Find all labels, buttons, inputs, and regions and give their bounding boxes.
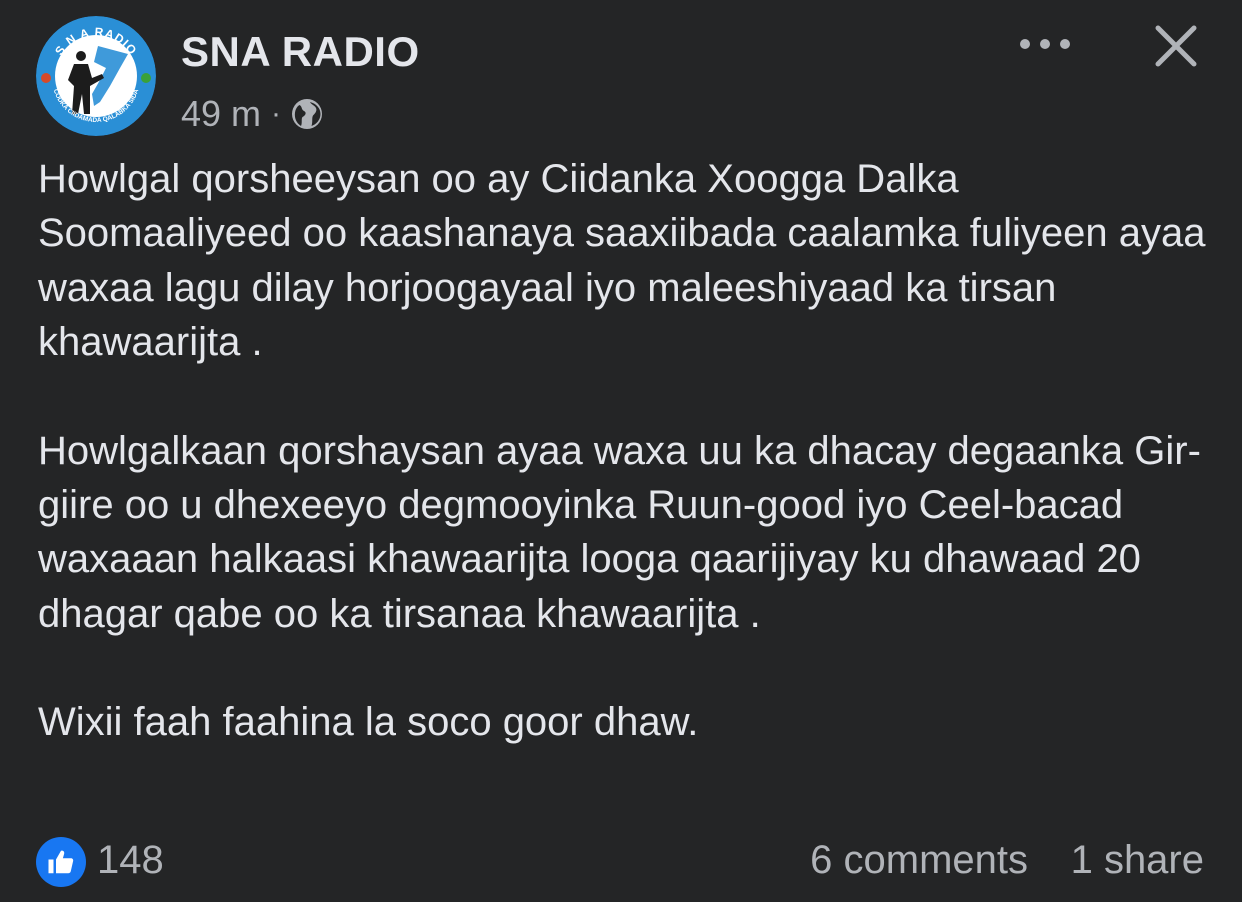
post-text: Howlgal qorsheeysan oo ay Ciidanka Xoogg… xyxy=(38,152,1208,750)
post-footer: 148 6 comments 1 share xyxy=(36,832,1206,892)
more-horizontal-icon xyxy=(1020,39,1070,49)
post-card: S N A RADIO CODKA CIIDAMADA QALABKA SIDA… xyxy=(0,0,1242,902)
globe-icon xyxy=(289,96,325,132)
post-paragraph: Wixii faah faahina la soco goor dhaw. xyxy=(38,700,699,745)
thumbs-up-icon[interactable] xyxy=(36,837,86,887)
post-paragraph: Howlgalkaan qorshaysan ayaa waxa uu ka d… xyxy=(38,428,1201,636)
meta-separator: · xyxy=(271,97,282,130)
post-meta: 49 m · xyxy=(181,92,325,136)
close-icon xyxy=(1155,25,1197,67)
shares-count[interactable]: 1 share xyxy=(1071,838,1204,883)
reaction-count[interactable]: 148 xyxy=(97,838,164,883)
close-button[interactable] xyxy=(1148,18,1204,74)
sna-radio-logo: S N A RADIO CODKA CIIDAMADA QALABKA SIDA xyxy=(36,16,156,136)
post-paragraph: Howlgal qorsheeysan oo ay Ciidanka Xoogg… xyxy=(38,157,1206,365)
page-name[interactable]: SNA RADIO xyxy=(181,28,420,76)
more-options-button[interactable] xyxy=(1010,22,1080,66)
comments-count[interactable]: 6 comments xyxy=(810,838,1028,883)
post-time[interactable]: 49 m xyxy=(181,93,261,135)
page-avatar[interactable]: S N A RADIO CODKA CIIDAMADA QALABKA SIDA xyxy=(36,16,156,136)
